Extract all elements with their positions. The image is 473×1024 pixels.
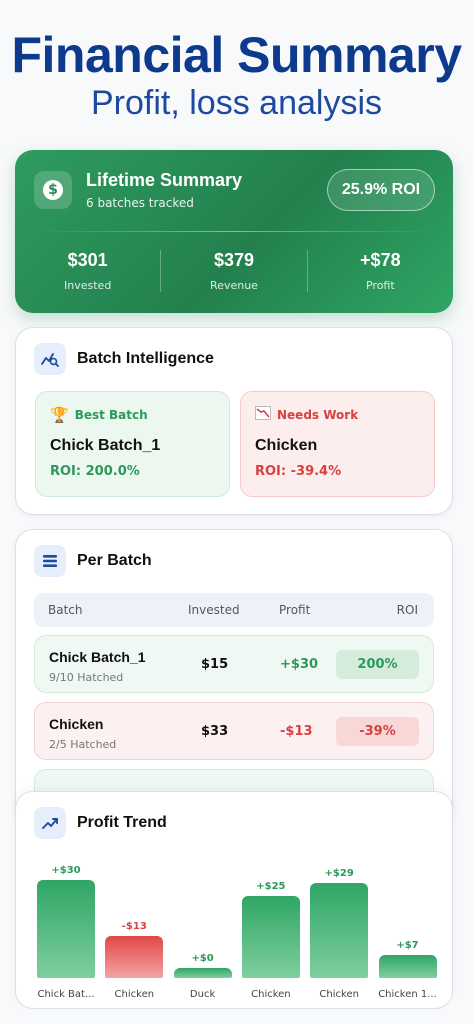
bar	[378, 955, 437, 978]
profit-trend-card: Profit Trend +$30 Chick Bat... -$13 Chicken…	[15, 791, 453, 1009]
trophy-icon: 🏆	[50, 406, 69, 424]
bar-category-label: Chicken	[114, 989, 155, 1000]
card-header: Profit Trend	[34, 807, 167, 839]
stat-label: Invested	[64, 279, 112, 292]
bar-column[interactable]: +$25 Chicken	[241, 852, 300, 1000]
page-subtitle: Profit, loss analysis	[91, 84, 382, 122]
tile-roi: ROI: -39.4%	[255, 464, 342, 479]
column-header-roi: ROI	[396, 603, 418, 617]
bar-category-label: Chicken	[319, 989, 359, 1000]
bar-column[interactable]: -$13 Chicken	[105, 852, 164, 1000]
stat-profit: +$78 Profit	[306, 250, 453, 292]
divider	[35, 231, 433, 232]
column-header-invested: Invested	[188, 603, 240, 617]
bar	[173, 968, 232, 978]
bar-value-label: +$25	[256, 881, 286, 893]
roi-badge[interactable]: 25.9% ROI	[327, 169, 435, 211]
tile-label: Needs Work	[277, 408, 359, 422]
tile-header: Needs Work	[255, 406, 420, 424]
card-title: Profit Trend	[77, 814, 167, 831]
tile-roi: ROI: 200.0%	[50, 464, 140, 479]
table-row[interactable]: Chicken 2/5 Hatched $33 -$13 -39%	[34, 702, 434, 760]
bar-value-label: +$29	[324, 868, 354, 880]
card-header: Batch Intelligence	[34, 343, 214, 375]
bar-column[interactable]: +$0 Duck	[173, 852, 232, 1000]
table-header: Batch Invested Profit ROI	[34, 593, 434, 627]
bar-category-label: Chick Bat...	[37, 989, 95, 1000]
summary-title: Lifetime Summary	[86, 170, 243, 190]
stat-invested: $301 Invested	[15, 250, 160, 292]
stat-revenue: $379 Revenue	[160, 250, 306, 292]
card-header: Per Batch	[34, 545, 152, 577]
dollar-icon: $	[34, 171, 72, 209]
row-roi-badge: 200%	[336, 650, 419, 679]
bar	[37, 880, 95, 978]
stat-value: $379	[213, 250, 255, 270]
list-icon	[34, 545, 66, 577]
chart-search-icon	[34, 343, 66, 375]
column-header-batch: Batch	[48, 603, 83, 617]
lifetime-summary-card: $ Lifetime Summary 6 batches tracked 25.…	[15, 150, 453, 313]
per-batch-card: Per Batch Batch Invested Profit ROI Chic…	[15, 529, 453, 829]
row-batch-name: Chicken	[49, 716, 104, 732]
row-batch-name: Chick Batch_1	[49, 649, 146, 665]
row-invested: $33	[201, 724, 229, 739]
bar-column[interactable]: +$30 Chick Bat...	[37, 852, 95, 1000]
bar	[105, 935, 164, 978]
stat-label: Revenue	[210, 279, 258, 292]
stat-value: +$78	[360, 250, 401, 270]
trend-up-icon	[34, 807, 66, 839]
bar-value-label: -$13	[121, 920, 147, 932]
row-roi-badge: -39%	[336, 717, 419, 746]
stat-label: Profit	[365, 279, 395, 292]
bar-column[interactable]: +$7 Chicken 1...	[378, 852, 437, 1000]
table-row[interactable]: Chick Batch_1 9/10 Hatched $15 +$30 200%	[34, 635, 434, 693]
chart-down-icon	[255, 406, 271, 424]
page-title: Financial Summary	[11, 27, 463, 83]
batch-intelligence-card: Batch Intelligence 🏆 Best Batch Chick Ba…	[15, 327, 453, 515]
card-title: Batch Intelligence	[77, 350, 214, 367]
card-title: Per Batch	[77, 552, 152, 569]
bar	[241, 896, 300, 978]
bar-value-label: +$30	[51, 865, 81, 876]
stat-value: $301	[67, 250, 108, 270]
summary-stats: $301 Invested $379 Revenue +$78 Profit	[15, 250, 453, 292]
bar-category-label: Chicken 1...	[378, 989, 437, 1000]
bar-value-label: +$0	[191, 953, 214, 964]
tile-batch-name: Chick Batch_1	[50, 437, 161, 454]
row-invested: $15	[201, 657, 229, 672]
tile-batch-name: Chicken	[255, 437, 318, 454]
bar-category-label: Chicken	[251, 989, 291, 1000]
row-hatch-status: 9/10 Hatched	[49, 671, 124, 684]
needs-work-tile[interactable]: Needs Work Chicken ROI: -39.4%	[240, 391, 435, 497]
row-hatch-status: 2/5 Hatched	[49, 738, 117, 751]
bar-category-label: Duck	[189, 989, 216, 1000]
row-profit: +$30	[280, 657, 319, 672]
best-batch-tile[interactable]: 🏆 Best Batch Chick Batch_1 ROI: 200.0%	[35, 391, 230, 497]
tile-label: Best Batch	[74, 408, 148, 422]
tile-header: 🏆 Best Batch	[50, 406, 215, 424]
row-profit: -$13	[280, 724, 313, 739]
bar-value-label: +$7	[396, 940, 419, 952]
column-header-profit: Profit	[279, 603, 311, 617]
summary-subtitle: 6 batches tracked	[86, 196, 194, 210]
bar	[310, 883, 369, 978]
bar-column[interactable]: +$29 Chicken	[310, 852, 369, 1000]
profit-trend-chart: +$30 Chick Bat... -$13 Chicken +$0 Duck +$25 Ch…	[34, 852, 437, 1000]
